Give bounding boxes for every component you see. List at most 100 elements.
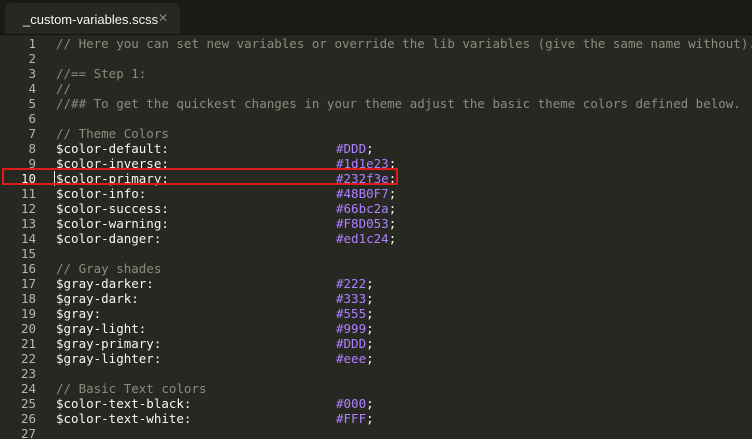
variable-value: #ed1c24; bbox=[336, 231, 396, 246]
code-line[interactable]: 26 $color-text-white: #FFF; bbox=[0, 411, 752, 426]
color-value: #48B0F7 bbox=[336, 186, 389, 201]
line-number: 26 bbox=[20, 411, 36, 426]
tab-custom-variables[interactable]: _custom-variables.scss ✕ bbox=[5, 3, 180, 34]
code-line[interactable]: 23 bbox=[0, 366, 752, 381]
line-number: 16 bbox=[20, 261, 36, 276]
variable-name: $gray-light: bbox=[56, 321, 147, 336]
line-number: 23 bbox=[20, 366, 36, 381]
code-line[interactable]: 3 //== Step 1: bbox=[0, 66, 752, 81]
scss-declaration: $gray-darker: #222; bbox=[56, 276, 374, 291]
scss-declaration: $color-default: #DDD; bbox=[56, 141, 374, 156]
code-line[interactable]: 27 bbox=[0, 426, 752, 439]
code-editor[interactable]: _custom-variables.scss ✕ 1 // Here you ca… bbox=[0, 0, 752, 439]
code-line[interactable]: 21 $gray-primary: #DDD; bbox=[0, 336, 752, 351]
line-number: 9 bbox=[28, 156, 36, 171]
line-number: 11 bbox=[20, 186, 36, 201]
code-line[interactable]: 1 // Here you can set new variables or ov… bbox=[0, 36, 752, 51]
variable-value: #555; bbox=[336, 306, 374, 321]
line-number: 22 bbox=[20, 351, 36, 366]
color-value: #ed1c24 bbox=[336, 231, 389, 246]
code-line[interactable]: 20 $gray-light: #999; bbox=[0, 321, 752, 336]
code-line[interactable]: 13 $color-warning: #F8D053; bbox=[0, 216, 752, 231]
code-line[interactable]: 10 $color-primary: #232f3e; bbox=[0, 171, 752, 186]
color-value: #555 bbox=[336, 306, 367, 321]
color-value: #66bc2a bbox=[336, 201, 389, 216]
variable-name: $color-text-black: bbox=[56, 396, 192, 411]
code-area[interactable]: 1 // Here you can set new variables or ov… bbox=[0, 34, 752, 439]
color-value: #F8D053 bbox=[336, 216, 389, 231]
semicolon: ; bbox=[388, 216, 397, 231]
code-comment: // Theme Colors bbox=[56, 126, 169, 141]
code-line[interactable]: 2 bbox=[0, 51, 752, 66]
variable-value: #222; bbox=[336, 276, 374, 291]
text-caret bbox=[54, 171, 55, 186]
code-line[interactable]: 14 $color-danger: #ed1c24; bbox=[0, 231, 752, 246]
code-line[interactable]: 9 $color-inverse: #1d1e23; bbox=[0, 156, 752, 171]
color-value: #1d1e23 bbox=[336, 156, 389, 171]
code-line[interactable]: 11 $color-info: #48B0F7; bbox=[0, 186, 752, 201]
line-number: 21 bbox=[20, 336, 36, 351]
variable-name: $color-text-white: bbox=[56, 411, 192, 426]
semicolon: ; bbox=[366, 351, 374, 366]
line-number: 10 bbox=[20, 171, 36, 186]
color-value: #222 bbox=[336, 276, 367, 291]
scss-declaration: $color-primary: #232f3e; bbox=[56, 171, 396, 186]
variable-name: $gray-lighter: bbox=[56, 351, 162, 366]
line-number: 2 bbox=[28, 51, 36, 66]
scss-declaration: $gray-light: #999; bbox=[56, 321, 374, 336]
semicolon: ; bbox=[366, 396, 374, 411]
semicolon: ; bbox=[388, 171, 397, 186]
code-comment: //## To get the quickest changes in your… bbox=[56, 96, 741, 111]
line-number: 1 bbox=[28, 36, 36, 51]
line-number: 15 bbox=[20, 246, 36, 261]
code-line[interactable]: 6 bbox=[0, 111, 752, 126]
code-line[interactable]: 24 // Basic Text colors bbox=[0, 381, 752, 396]
code-line[interactable]: 4 // bbox=[0, 81, 752, 96]
line-number: 24 bbox=[20, 381, 36, 396]
code-line[interactable]: 19 $gray: #555; bbox=[0, 306, 752, 321]
code-line[interactable]: 18 $gray-dark: #333; bbox=[0, 291, 752, 306]
code-comment: // Gray shades bbox=[56, 261, 162, 276]
line-number: 12 bbox=[20, 201, 36, 216]
code-line[interactable]: 5 //## To get the quickest changes in you… bbox=[0, 96, 752, 111]
code-line[interactable]: 17 $gray-darker: #222; bbox=[0, 276, 752, 291]
variable-name: $color-success: bbox=[56, 201, 169, 216]
variable-value: #66bc2a; bbox=[336, 201, 396, 216]
semicolon: ; bbox=[366, 291, 374, 306]
line-number: 7 bbox=[28, 126, 36, 141]
line-number: 27 bbox=[20, 426, 36, 439]
code-line[interactable]: 22 $gray-lighter: #eee; bbox=[0, 351, 752, 366]
code-line[interactable]: 15 bbox=[0, 246, 752, 261]
variable-value: #333; bbox=[336, 291, 374, 306]
semicolon: ; bbox=[366, 306, 374, 321]
line-number: 6 bbox=[28, 111, 36, 126]
variable-value: #232f3e; bbox=[336, 171, 396, 186]
scss-declaration: $gray-lighter: #eee; bbox=[56, 351, 374, 366]
semicolon: ; bbox=[388, 231, 397, 246]
code-comment: //== Step 1: bbox=[56, 66, 147, 81]
code-line[interactable]: 7 // Theme Colors bbox=[0, 126, 752, 141]
variable-name: $color-info: bbox=[56, 186, 147, 201]
line-number: 14 bbox=[20, 231, 36, 246]
scss-declaration: $gray-primary: #DDD; bbox=[56, 336, 374, 351]
code-comment: // Basic Text colors bbox=[56, 381, 207, 396]
semicolon: ; bbox=[366, 276, 374, 291]
scss-declaration: $color-info: #48B0F7; bbox=[56, 186, 396, 201]
code-line[interactable]: 16 // Gray shades bbox=[0, 261, 752, 276]
line-number: 17 bbox=[20, 276, 36, 291]
color-value: #232f3e bbox=[336, 171, 389, 186]
code-line[interactable]: 25 $color-text-black: #000; bbox=[0, 396, 752, 411]
variable-name: $gray: bbox=[56, 306, 102, 321]
variable-value: #DDD; bbox=[336, 336, 374, 351]
color-value: #DDD bbox=[336, 141, 367, 156]
color-value: #FFF bbox=[336, 411, 367, 426]
code-line[interactable]: 8 $color-default: #DDD; bbox=[0, 141, 752, 156]
variable-value: #FFF; bbox=[336, 411, 374, 426]
variable-value: #F8D053; bbox=[336, 216, 396, 231]
close-icon[interactable]: ✕ bbox=[158, 3, 168, 34]
scss-declaration: $color-success: #66bc2a; bbox=[56, 201, 396, 216]
variable-value: #48B0F7; bbox=[336, 186, 396, 201]
scss-declaration: $color-warning: #F8D053; bbox=[56, 216, 396, 231]
variable-name: $gray-primary: bbox=[56, 336, 162, 351]
code-line[interactable]: 12 $color-success: #66bc2a; bbox=[0, 201, 752, 216]
